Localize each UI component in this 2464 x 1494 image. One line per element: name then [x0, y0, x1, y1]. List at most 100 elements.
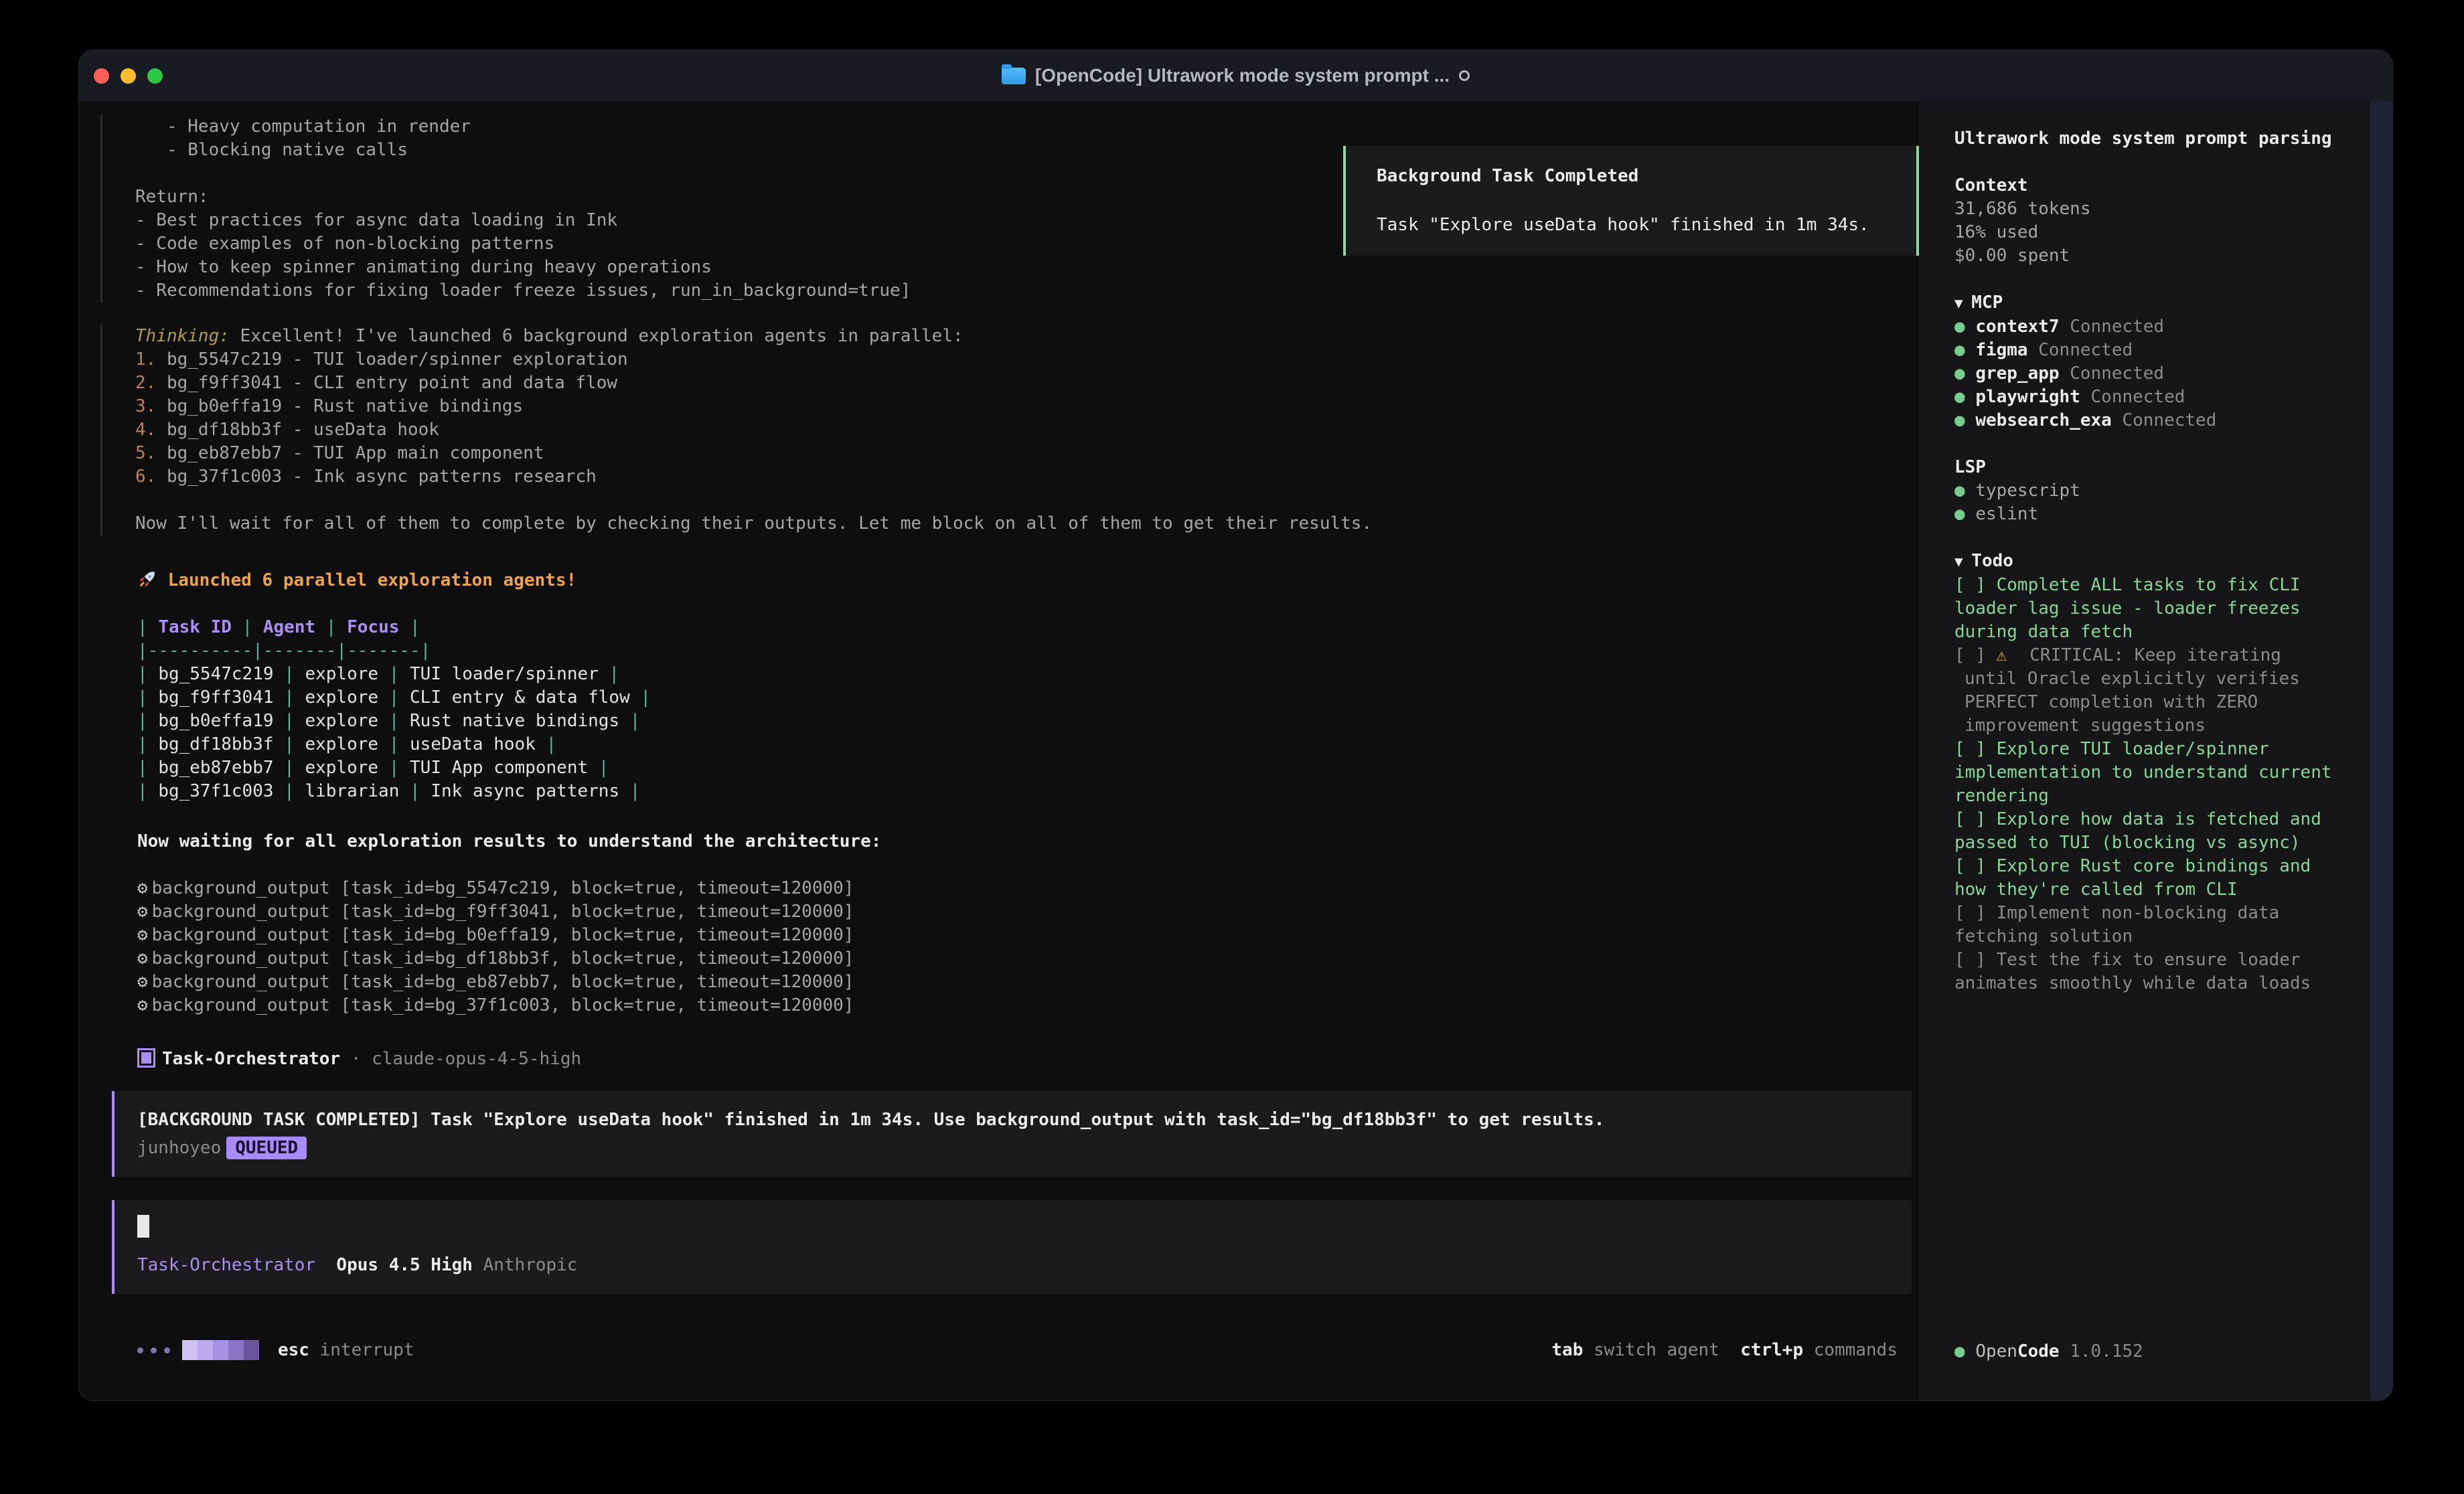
- terminal-line: 6. bg_37f1c003 - Ink async patterns rese…: [135, 465, 1919, 489]
- terminal-line: Task-Orchestrator · claude-opus-4-5-high: [137, 1048, 1919, 1071]
- username: junhoyeo: [137, 1138, 221, 1158]
- terminal-line: 5. bg_eb87ebb7 - TUI App main component: [135, 442, 1919, 465]
- prompt-input-box[interactable]: Task-Orchestrator Opus 4.5 High Anthropi…: [112, 1200, 1912, 1294]
- agent-name: Task-Orchestrator: [137, 1255, 315, 1275]
- todo-section-header[interactable]: ▼ Todo: [1954, 550, 2370, 574]
- sidebar-content: Ultrawork mode system prompt parsing Con…: [1954, 127, 2370, 995]
- terminal-line: | bg_37f1c003 | librarian | Ink async pa…: [137, 780, 1919, 803]
- app-version: ● OpenCode 1.0.152: [1954, 1340, 2143, 1363]
- keyboard-hints: tab switch agent ctrl+p commands: [1551, 1339, 1898, 1362]
- title-circle-icon: [1459, 70, 1470, 81]
- scrollbar[interactable]: [2370, 101, 2392, 1400]
- gear-icon: ⚙: [137, 878, 148, 898]
- lsp-item: ● typescript: [1954, 479, 2370, 503]
- agent-meta-line: Task-Orchestrator · claude-opus-4-5-high: [100, 1048, 1919, 1071]
- window-title-group: [OpenCode] Ultrawork mode system prompt …: [1002, 65, 1470, 86]
- progress-block: [244, 1340, 259, 1360]
- tool-calls-block: ⚙background_output [task_id=bg_5547c219,…: [100, 877, 1919, 1017]
- todo-item: [ ] Explore Rust core bindings and how t…: [1954, 855, 2343, 902]
- working-dots-icon: [137, 1347, 170, 1353]
- terminal-line: ⚙background_output [task_id=bg_f9ff3041,…: [137, 900, 1919, 924]
- terminal-line: [1954, 151, 2370, 174]
- progress-indicator: [182, 1340, 259, 1360]
- notification-body: Task "Explore useData hook" finished in …: [1377, 214, 1885, 237]
- collapse-triangle-icon: ▼: [1954, 295, 1971, 311]
- terminal-line: | bg_df18bb3f | explore | useData hook |: [137, 733, 1919, 756]
- todo-item: [ ] ⚠ CRITICAL: Keep iterating until Ora…: [1954, 644, 2343, 738]
- mcp-section-header[interactable]: ▼ MCP: [1954, 291, 2370, 315]
- terminal-line: Now waiting for all exploration results …: [137, 830, 1919, 853]
- context-spent: $0.00 spent: [1954, 244, 2370, 268]
- input-meta: Task-Orchestrator Opus 4.5 High Anthropi…: [137, 1251, 1912, 1279]
- status-dot-icon: ●: [1954, 387, 1975, 407]
- queued-user-line: junhoyeoQUEUED: [137, 1134, 1912, 1162]
- interrupt-hint: esc interrupt: [278, 1339, 414, 1362]
- gear-icon: ⚙: [137, 948, 148, 969]
- notification-toast: Background Task Completed Task "Explore …: [1343, 146, 1919, 256]
- window-body: - Heavy computation in render - Blocking…: [79, 101, 2392, 1400]
- text-cursor: [137, 1215, 149, 1238]
- sidebar: Ultrawork mode system prompt parsing Con…: [1919, 101, 2370, 1400]
- mcp-item: ● figma Connected: [1954, 339, 2370, 362]
- provider-name: Anthropic: [483, 1255, 578, 1275]
- terminal-line: 4. bg_df18bb3f - useData hook: [135, 418, 1919, 442]
- terminal-line: ⚙background_output [task_id=bg_df18bb3f,…: [137, 947, 1919, 971]
- lsp-item: ● eslint: [1954, 503, 2370, 526]
- orchestrator-icon: [137, 1049, 162, 1069]
- terminal-line: ⚙background_output [task_id=bg_b0effa19,…: [137, 924, 1919, 947]
- terminal-line: - Heavy computation in render: [135, 115, 1919, 139]
- queued-badge: QUEUED: [226, 1137, 307, 1159]
- opencode-status-dot-icon: ●: [1954, 1341, 1975, 1361]
- terminal-line: [1954, 432, 2370, 456]
- thinking-block: Thinking: Excellent! I've launched 6 bac…: [100, 325, 1919, 535]
- terminal-line: - How to keep spinner animating during h…: [135, 256, 1919, 279]
- todo-item: [ ] Complete ALL tasks to fix CLI loader…: [1954, 574, 2343, 644]
- terminal-line: 1. bg_5547c219 - TUI loader/spinner expl…: [135, 348, 1919, 371]
- context-tokens: 31,686 tokens: [1954, 197, 2370, 221]
- terminal-line: | bg_b0effa19 | explore | Rust native bi…: [137, 710, 1919, 733]
- terminal-line: ⚙background_output [task_id=bg_37f1c003,…: [137, 994, 1919, 1017]
- terminal-line: |----------|-------|-------|: [137, 639, 1919, 663]
- todo-item: [ ] Explore how data is fetched and pass…: [1954, 808, 2343, 855]
- terminal-line: [1954, 268, 2370, 291]
- close-button[interactable]: [94, 68, 109, 84]
- progress-block: [198, 1340, 213, 1360]
- todo-item: [ ] Explore TUI loader/spinner implement…: [1954, 738, 2343, 808]
- version-line: ● OpenCode 1.0.152: [1954, 1340, 2143, 1363]
- session-title: Ultrawork mode system prompt parsing: [1954, 127, 2370, 151]
- terminal-line: Thinking: Excellent! I've launched 6 bac…: [135, 325, 1919, 348]
- warning-icon: ⚠: [1997, 644, 2019, 667]
- terminal-line: ⚙background_output [task_id=bg_5547c219,…: [137, 877, 1919, 900]
- status-dot-icon: ●: [1954, 481, 1975, 501]
- status-dot-icon: ●: [1954, 340, 1975, 360]
- opencode-terminal-window: [OpenCode] Ultrawork mode system prompt …: [79, 50, 2392, 1400]
- terminal-line: [135, 489, 1919, 512]
- terminal-line: | Task ID | Agent | Focus |: [137, 616, 1919, 639]
- terminal-line: Launched 6 parallel exploration agents!: [137, 569, 1919, 592]
- mcp-item: ● playwright Connected: [1954, 386, 2370, 409]
- progress-block: [182, 1340, 198, 1360]
- status-dot-icon: ●: [1954, 363, 1975, 384]
- lsp-heading: LSP: [1954, 456, 2370, 479]
- status-dot-icon: ●: [1954, 504, 1975, 524]
- gear-icon: ⚙: [137, 995, 148, 1015]
- mcp-item: ● grep_app Connected: [1954, 362, 2370, 386]
- progress-block: [228, 1340, 244, 1360]
- terminal-line: | bg_5547c219 | explore | TUI loader/spi…: [137, 663, 1919, 686]
- status-bar: esc interrupt tab switch agent ctrl+p co…: [137, 1337, 1898, 1363]
- gear-icon: ⚙: [137, 902, 148, 922]
- minimize-button[interactable]: [121, 68, 136, 84]
- launch-announcement: Launched 6 parallel exploration agents!: [100, 569, 1919, 592]
- chat-pane: - Heavy computation in render - Blocking…: [79, 101, 1919, 1400]
- desktop: [OpenCode] Ultrawork mode system prompt …: [0, 0, 2464, 1494]
- terminal-line: - Recommendations for fixing loader free…: [135, 279, 1919, 303]
- gear-icon: ⚙: [137, 925, 148, 945]
- completed-message: [BACKGROUND TASK COMPLETED] Task "Explor…: [137, 1106, 1912, 1134]
- status-right-text: tab switch agent ctrl+p commands: [1551, 1339, 1898, 1362]
- zoom-button[interactable]: [147, 68, 163, 84]
- status-dot-icon: ●: [1954, 410, 1975, 430]
- background-task-completed-box: [BACKGROUND TASK COMPLETED] Task "Explor…: [112, 1091, 1912, 1177]
- status-dot-icon: ●: [1954, 317, 1975, 337]
- context-heading: Context: [1954, 174, 2370, 197]
- status-left: esc interrupt: [137, 1339, 414, 1362]
